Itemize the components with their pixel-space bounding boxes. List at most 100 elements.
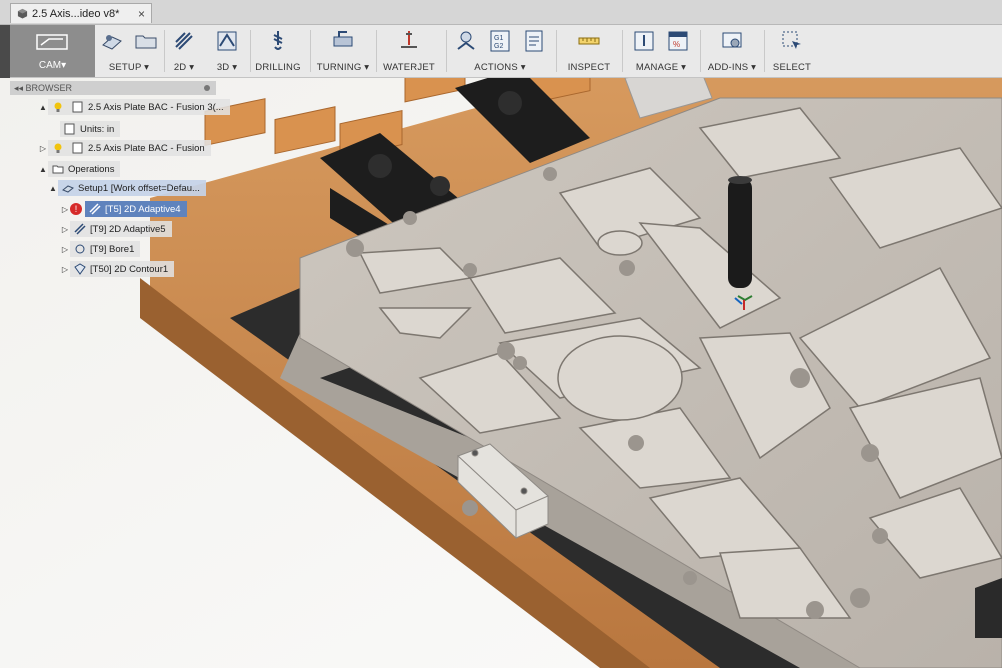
ribbon-divider [700, 30, 701, 72]
contour1-label: [T50] 2D Contour1 [90, 263, 169, 275]
waterjet-icon [401, 31, 417, 48]
machine-vise-right [975, 578, 1002, 638]
select-group[interactable]: SELECT [766, 25, 818, 77]
browser-item-operations[interactable]: ▲ Operations [38, 161, 121, 177]
3d-label: 3D ▾ [216, 62, 238, 73]
ribbon-divider [164, 30, 165, 72]
collapse-triangle-icon[interactable]: ▲ [48, 184, 58, 193]
browser-item-adaptive5[interactable]: ▷ [T9] 2D Adaptive5 [60, 221, 172, 237]
close-icon[interactable]: × [138, 7, 145, 21]
component-icon [72, 101, 83, 113]
percent-glyph: % [673, 40, 680, 49]
drill-icon [273, 31, 283, 50]
select-label: SELECT [772, 62, 812, 73]
bore-icon [75, 244, 85, 254]
template-library-icon: % [668, 31, 688, 51]
workspace-switcher-cam[interactable]: CAM▾ [10, 25, 95, 77]
browser-item-contour1[interactable]: ▷ [T50] 2D Contour1 [60, 261, 175, 277]
browser-item-bore1[interactable]: ▷ [T9] Bore1 [60, 241, 141, 257]
browser-header[interactable]: ◂◂ BROWSER [10, 81, 216, 95]
turning-icon [333, 31, 353, 47]
cube-icon [17, 8, 28, 19]
collapse-triangle-icon[interactable]: ▲ [38, 165, 48, 174]
ribbon-divider [764, 30, 765, 72]
document-tab[interactable]: 2.5 Axis...ideo v8* × [10, 3, 152, 23]
simulate-icon [457, 31, 475, 50]
inspect-group[interactable]: INSPECT [558, 25, 620, 77]
measure-icon [578, 37, 600, 45]
setup-icon [102, 35, 122, 50]
document-tab-bar: 2.5 Axis...ideo v8* × [0, 0, 1002, 25]
adaptive-icon [89, 203, 101, 215]
add-ins-label: ADD-INS ▾ [707, 62, 757, 73]
2d-adaptive-icon [175, 32, 193, 50]
setup-label: SETUP ▾ [108, 62, 150, 73]
2d-label: 2D ▾ [173, 62, 195, 73]
stock-folder-icon [135, 35, 157, 49]
lightbulb-icon[interactable] [52, 101, 64, 113]
expand-triangle-icon[interactable]: ▷ [38, 144, 48, 153]
units-icon [64, 123, 75, 135]
expand-triangle-icon[interactable]: ▷ [60, 225, 70, 234]
ribbon-divider [622, 30, 623, 72]
cam-workspace-icon [36, 34, 68, 50]
actions-label: ACTIONS ▾ [474, 62, 526, 73]
add-ins-group[interactable]: ADD-INS ▾ [702, 25, 762, 77]
expand-triangle-icon[interactable]: ▷ [60, 205, 70, 214]
error-icon[interactable]: ! [70, 203, 82, 215]
browser-item-setup1[interactable]: ▲ Setup1 [Work offset=Defau... [48, 180, 206, 196]
browser-options-icon[interactable] [204, 85, 210, 91]
ribbon-divider [376, 30, 377, 72]
folder-icon [52, 165, 64, 174]
adaptive5-label: [T9] 2D Adaptive5 [90, 223, 166, 235]
drilling-label: DRILLING [255, 62, 301, 73]
actions-group[interactable]: G1 G2 ACTIONS ▾ [448, 25, 552, 77]
browser-item-component[interactable]: ▷ 2.5 Axis Plate BAC - Fusion [38, 140, 211, 156]
root-component-label: 2.5 Axis Plate BAC - Fusion 3(... [88, 101, 224, 113]
waterjet-group[interactable]: WATERJET [378, 25, 440, 77]
operations-label: Operations [68, 163, 115, 175]
browser-item-root[interactable]: ▲ 2.5 Axis Plate BAC - Fusion 3(... [38, 99, 230, 115]
inspect-label: INSPECT [567, 62, 611, 73]
g1-badge: G1 [494, 35, 503, 42]
ribbon-divider [310, 30, 311, 72]
setup-icon [62, 185, 74, 193]
g2-badge: G2 [494, 43, 503, 50]
turning-label: TURNING ▾ [316, 62, 370, 73]
component-icon [72, 142, 83, 154]
3d-toolpath-icon [217, 31, 237, 51]
setup-sheet-icon [525, 30, 543, 52]
drilling-group[interactable]: DRILLING [252, 25, 304, 77]
units-label: Units: in [80, 123, 115, 135]
document-title: 2.5 Axis...ideo v8* [32, 7, 120, 20]
manage-label: MANAGE ▾ [635, 62, 687, 73]
adaptive4-label: [T5] 2D Adaptive4 [105, 203, 181, 215]
setup1-label: Setup1 [Work offset=Defau... [78, 182, 200, 194]
select-cursor-icon [782, 31, 801, 49]
waterjet-label: WATERJET [383, 62, 435, 73]
adaptive-icon [74, 223, 86, 235]
tool-library-icon [634, 31, 654, 51]
expand-triangle-icon[interactable]: ▷ [60, 245, 70, 254]
contour-icon [74, 263, 86, 275]
component-label: 2.5 Axis Plate BAC - Fusion [88, 142, 205, 154]
2d-group[interactable]: 2D ▾ [166, 25, 202, 77]
3d-group[interactable]: 3D ▾ [206, 25, 248, 77]
manage-group[interactable]: % MANAGE ▾ [624, 25, 698, 77]
lightbulb-icon[interactable] [52, 142, 64, 154]
browser-title: ◂◂ BROWSER [14, 82, 73, 93]
bore1-label: [T9] Bore1 [90, 243, 135, 255]
ribbon-divider [250, 30, 251, 72]
post-process-icon: G1G2 [490, 30, 510, 52]
ribbon-divider [556, 30, 557, 72]
ribbon-divider [446, 30, 447, 72]
turning-group[interactable]: TURNING ▾ [312, 25, 374, 77]
add-ins-icon [722, 32, 742, 48]
browser-item-adaptive4[interactable]: ▷ ! [T5] 2D Adaptive4 [60, 201, 187, 217]
expand-triangle-icon[interactable]: ▷ [60, 265, 70, 274]
setup-group[interactable]: SETUP ▾ [96, 25, 162, 77]
3d-viewport[interactable] [0, 78, 1002, 668]
workspace-label: CAM▾ [38, 60, 67, 71]
collapse-triangle-icon[interactable]: ▲ [38, 103, 48, 112]
browser-item-units[interactable]: Units: in [60, 121, 121, 137]
